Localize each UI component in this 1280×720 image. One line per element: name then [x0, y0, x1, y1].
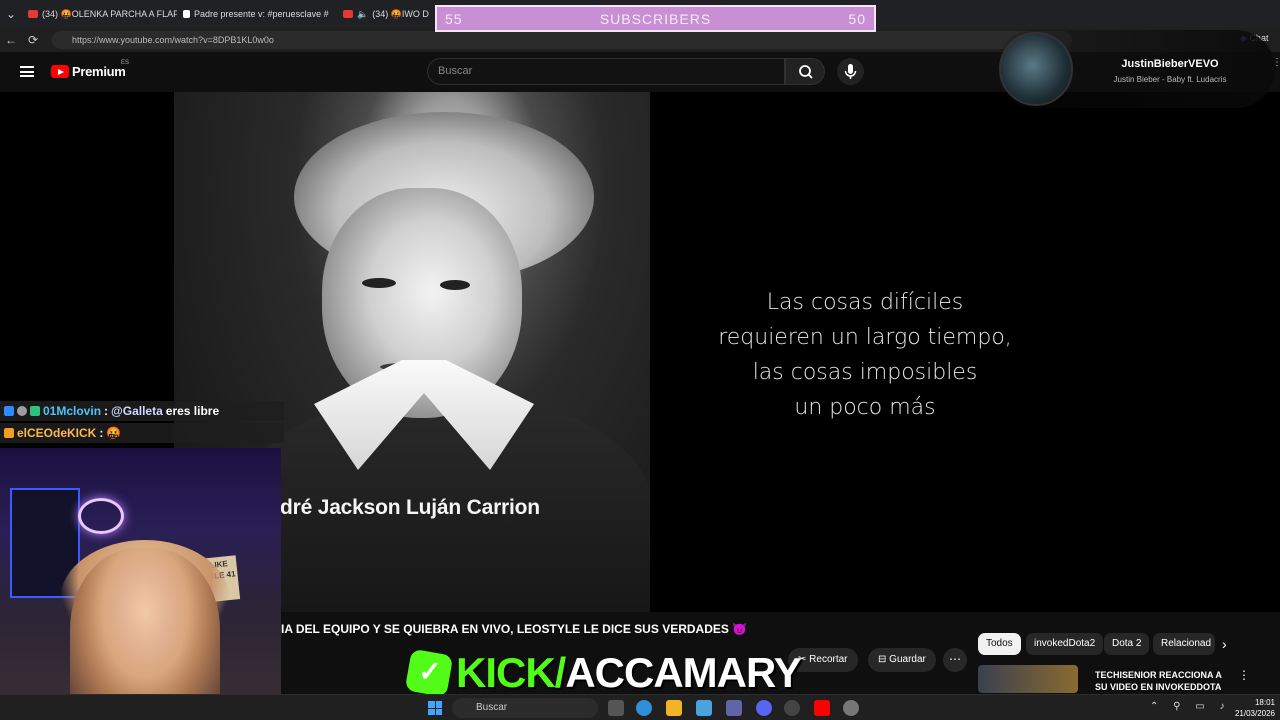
kebab-menu-icon[interactable]: ⋮: [1238, 668, 1250, 682]
youtube-logo-icon[interactable]: [51, 65, 69, 78]
tab-title: (34) 🤬OLENKA PARCHA A FLAPJ: [42, 8, 177, 19]
voice-search-button[interactable]: [837, 58, 864, 85]
edge-icon[interactable]: [636, 700, 652, 716]
hamburger-menu-icon[interactable]: [20, 66, 34, 77]
tiktok-favicon-icon: [183, 10, 190, 18]
video-title: IA DEL EQUIPO Y SE QUIEBRA EN VIVO, LEOS…: [281, 622, 748, 636]
youtube-app-icon[interactable]: [814, 700, 830, 716]
chat-separator: :: [99, 426, 104, 440]
chip-dota2[interactable]: Dota 2: [1104, 633, 1150, 655]
portrait-eye-left: [362, 278, 396, 288]
search-icon: [799, 65, 813, 79]
chat-text: 🤬: [106, 426, 122, 440]
now-playing-artist: JustinBieberVEVO: [1121, 58, 1219, 70]
chat-username[interactable]: 01Mclovin: [43, 404, 101, 418]
tab-title: (34) 🤬IWO D: [372, 8, 429, 19]
recommendation-thumbnail[interactable]: [978, 665, 1078, 693]
task-view-icon[interactable]: [608, 700, 624, 716]
chat-message: 01Mclovin : @Galleta eres libre: [0, 401, 284, 421]
chevron-right-icon[interactable]: ›: [1222, 636, 1227, 652]
clip-label: Recortar: [809, 654, 848, 665]
tab-list-chevron-icon[interactable]: ⌄: [0, 7, 22, 21]
browser-tab-1[interactable]: (34) 🤬OLENKA PARCHA A FLAPJ ×: [22, 0, 177, 28]
chip-todos[interactable]: Todos: [978, 633, 1021, 655]
youtube-premium-wordmark[interactable]: Premium: [72, 64, 126, 79]
chip-relacionados[interactable]: Relacionad: [1153, 633, 1215, 655]
chat-text: eres libre: [165, 404, 220, 418]
quote-line: las cosas imposibles: [752, 360, 978, 385]
moderator-badge-icon: [4, 406, 14, 416]
kick-handle: KICK/ACCAMARY: [456, 649, 802, 697]
browser-tab-2[interactable]: Padre presente v: #peruesclave # ×: [177, 0, 337, 28]
quote-line: requieren un largo tiempo,: [718, 325, 1012, 350]
taskbar-clock[interactable]: 18:01 21/03/2026: [1225, 697, 1275, 719]
region-code: ES: [121, 60, 130, 66]
neon-planet-sign: [78, 498, 124, 534]
tab-title: Padre presente v: #peruesclave #: [194, 9, 329, 19]
search-button[interactable]: [785, 58, 825, 85]
chip-invokeddota2[interactable]: invokedDota2: [1026, 633, 1104, 655]
kick-prefix: KICK/: [456, 649, 566, 696]
chat-username[interactable]: elCEOdeKICK: [17, 426, 96, 440]
goal-label: SUBSCRIBERS: [599, 10, 712, 27]
save-button[interactable]: ⊟ Guardar: [868, 648, 936, 672]
file-explorer-icon[interactable]: [666, 700, 682, 716]
quote-line: un poco más: [794, 395, 936, 420]
subscriber-goal-bar: 55 SUBSCRIBERS 50: [435, 5, 876, 32]
microphone-icon: [844, 64, 857, 79]
goal-current: 55: [445, 10, 463, 27]
reload-icon[interactable]: ⟳: [22, 33, 44, 47]
system-tray-icons[interactable]: ⌃ ⚲ ▭ ♪: [1150, 701, 1231, 712]
goal-target: 50: [848, 10, 866, 27]
portrait-eye-right: [440, 280, 470, 290]
gift-badge-icon: [4, 428, 14, 438]
streamer-webcam: GOD LIKE VALIE ALE 41: [0, 448, 281, 720]
back-icon[interactable]: ←: [0, 33, 22, 47]
store-icon[interactable]: [696, 700, 712, 716]
album-art: [999, 32, 1073, 106]
kick-username: ACCAMARY: [565, 649, 801, 696]
more-actions-button[interactable]: ⋯: [943, 648, 967, 672]
chat-message: elCEOdeKICK : 🤬: [0, 423, 284, 443]
chat-separator: :: [104, 404, 109, 418]
search-input[interactable]: Buscar: [427, 58, 785, 85]
kebab-menu-icon[interactable]: ⋮: [1272, 57, 1280, 68]
speaker-icon[interactable]: 🔈: [357, 9, 368, 20]
chat-mention: @Galleta: [111, 404, 163, 418]
teams-icon[interactable]: [726, 700, 742, 716]
bookmark-icon: ⊟: [878, 654, 887, 665]
now-playing-song: Justin Bieber - Baby ft. Ludacris: [1113, 75, 1227, 84]
windows-start-icon[interactable]: [428, 701, 442, 715]
recommendation-title[interactable]: TECHISENIOR REACCIONA A SU VIDEO EN INVO…: [1095, 669, 1225, 693]
video-quote: Las cosas difíciles requieren un largo t…: [712, 285, 1018, 425]
skull-badge-icon: [17, 406, 27, 416]
clock-time: 18:01: [1254, 698, 1275, 707]
settings-gear-icon[interactable]: [843, 700, 859, 716]
discord-icon[interactable]: [756, 700, 772, 716]
video-name-caption: dré Jackson Luján Carrion: [280, 496, 540, 519]
quote-line: Las cosas difíciles: [766, 290, 964, 315]
url-field[interactable]: https://www.youtube.com/watch?v=8DPB1KL0…: [52, 31, 1072, 49]
kick-channel-banner: KICK/ACCAMARY: [404, 648, 802, 698]
sub-badge-icon: [30, 406, 40, 416]
clock-date: 21/03/2026: [1234, 709, 1275, 718]
obs-icon[interactable]: [784, 700, 800, 716]
youtube-favicon-icon: [28, 10, 38, 18]
save-label: Guardar: [889, 654, 926, 665]
taskbar-search[interactable]: Buscar: [452, 698, 598, 718]
windows-taskbar: Buscar ⌃ ⚲ ▭ ♪ 18:01 21/03/2026: [0, 694, 1280, 720]
kick-logo-icon: [404, 648, 454, 698]
now-playing-widget: JustinBieberVEVO Justin Bieber - Baby ft…: [995, 30, 1275, 108]
youtube-favicon-icon: [343, 10, 353, 18]
